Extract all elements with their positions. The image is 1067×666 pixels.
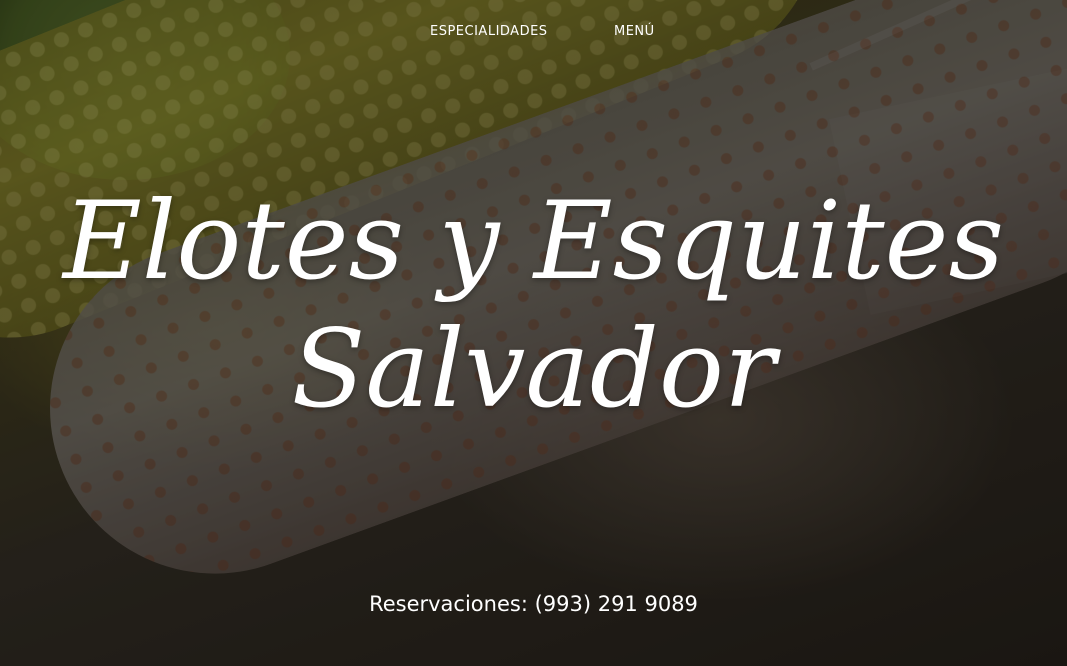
title-line-2: Salvador [291, 307, 776, 432]
page-title: Elotes y Esquites Salvador [0, 178, 1067, 434]
hero-section: ESPECIALIDADES MENÚ Elotes y Esquites Sa… [0, 0, 1067, 666]
reservations-phone: Reservaciones: (993) 291 9089 [369, 592, 698, 616]
nav-link-especialidades[interactable]: ESPECIALIDADES [426, 22, 552, 41]
nav-link-menu[interactable]: MENÚ [610, 22, 659, 41]
title-line-1: Elotes y Esquites [62, 179, 1005, 304]
